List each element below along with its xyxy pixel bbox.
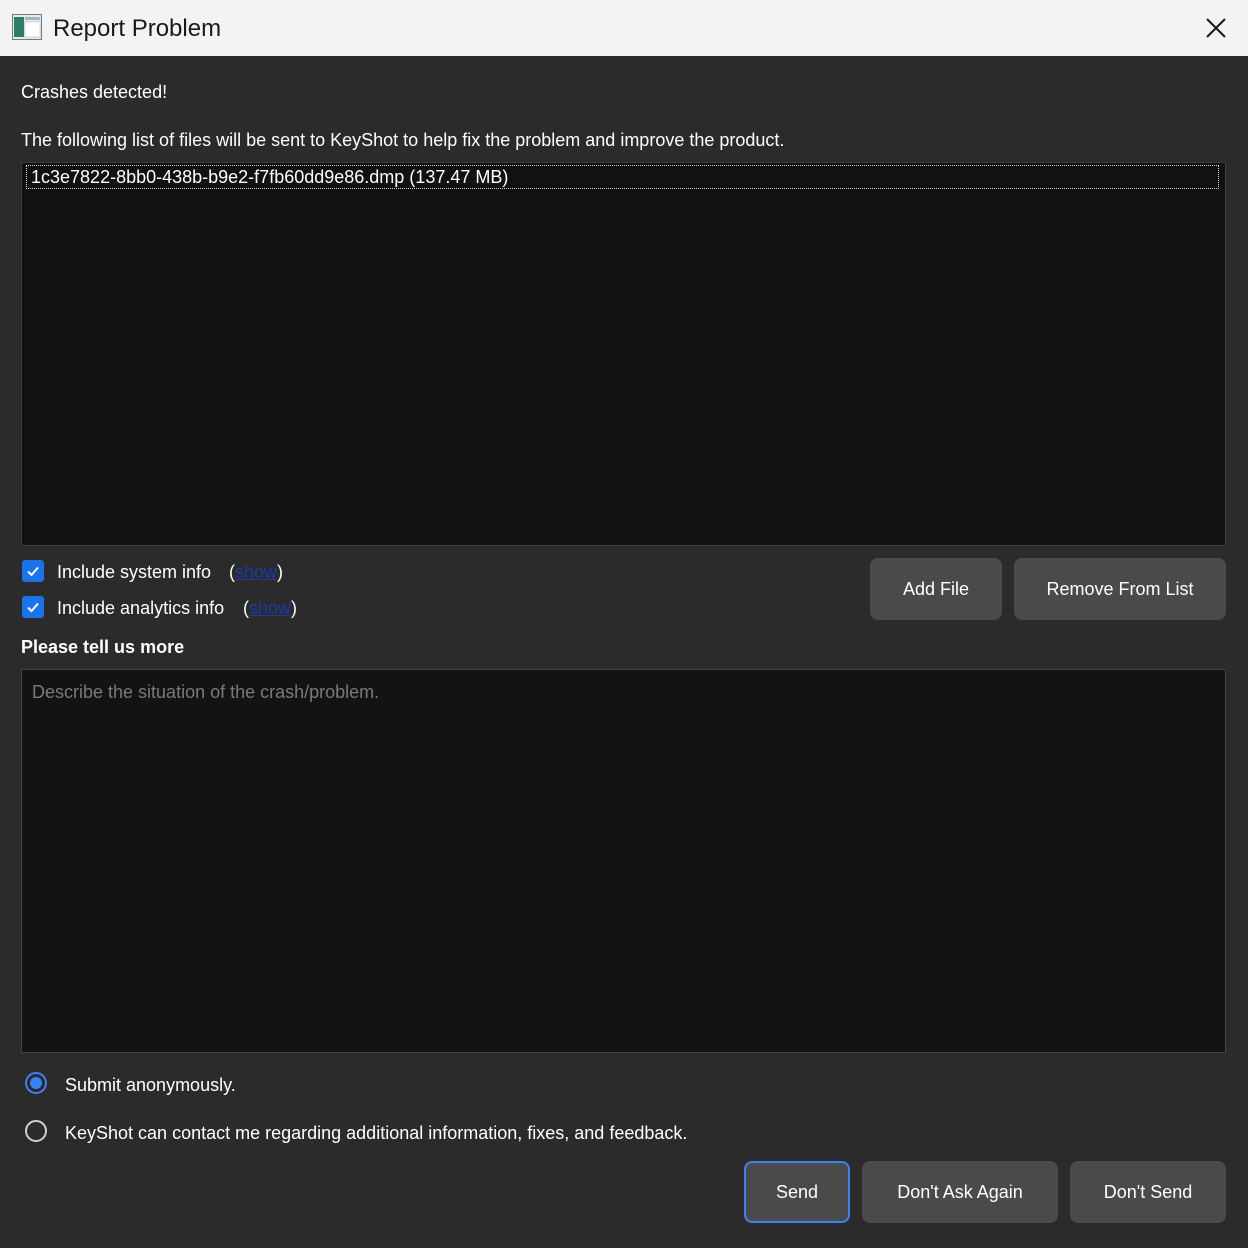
submit-anonymously-label: Submit anonymously. — [65, 1075, 236, 1095]
analytics-info-checkbox[interactable] — [22, 596, 44, 618]
system-info-label: Include system info — [57, 562, 212, 582]
analytics-info-label: Include analytics info — [57, 598, 225, 618]
close-paren: ) — [277, 562, 284, 582]
crash-status-text: Crashes detected! — [21, 82, 168, 102]
close-icon — [1206, 18, 1226, 38]
send-button[interactable]: Send — [744, 1161, 850, 1223]
file-list-item[interactable]: 1c3e7822-8bb0-438b-b9e2-f7fb60dd9e86.dmp… — [26, 165, 1219, 189]
contact-me-radio[interactable] — [25, 1120, 47, 1142]
radio-selected-dot — [30, 1077, 42, 1089]
dont-send-button[interactable]: Don't Send — [1070, 1161, 1226, 1223]
close-button[interactable] — [1184, 0, 1248, 56]
submit-anonymously-radio[interactable] — [25, 1072, 47, 1094]
system-info-show: (show) — [229, 561, 283, 583]
analytics-info-show-link[interactable]: show — [249, 598, 291, 618]
title-bar: Report Problem — [0, 0, 1248, 56]
remove-from-list-button[interactable]: Remove From List — [1014, 558, 1226, 620]
close-paren: ) — [291, 598, 298, 618]
files-description: The following list of files will be sent… — [21, 130, 785, 150]
contact-me-label: KeyShot can contact me regarding additio… — [65, 1123, 688, 1143]
system-info-checkbox[interactable] — [22, 560, 44, 582]
window-title: Report Problem — [53, 15, 222, 42]
file-list[interactable]: 1c3e7822-8bb0-438b-b9e2-f7fb60dd9e86.dmp… — [21, 162, 1226, 546]
keyshot-app-icon — [12, 14, 42, 40]
problem-description-field[interactable]: Describe the situation of the crash/prob… — [21, 669, 1226, 1053]
details-heading: Please tell us more — [21, 637, 185, 657]
add-file-button[interactable]: Add File — [870, 558, 1002, 620]
problem-description-placeholder: Describe the situation of the crash/prob… — [32, 682, 380, 702]
checkmark-icon — [27, 566, 39, 577]
dont-ask-again-button[interactable]: Don't Ask Again — [862, 1161, 1058, 1223]
checkmark-icon — [27, 602, 39, 613]
analytics-info-show: (show) — [243, 597, 297, 619]
system-info-show-link[interactable]: show — [235, 562, 277, 582]
